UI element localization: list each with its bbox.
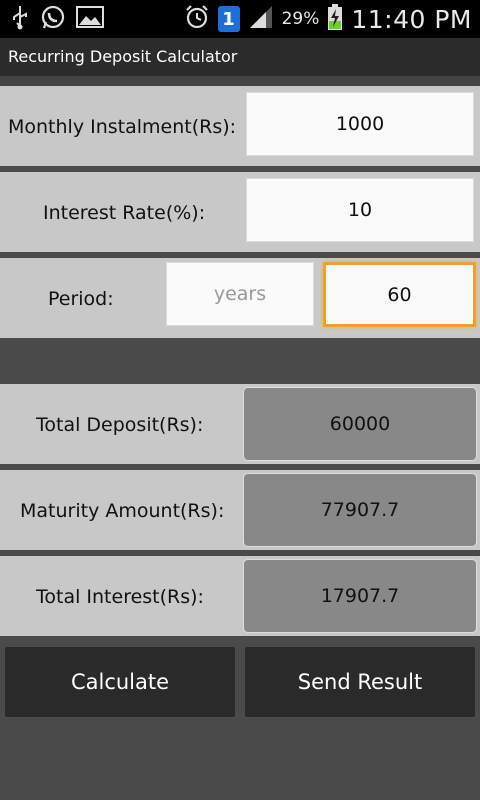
total-deposit-value: 60000: [243, 387, 477, 461]
alarm-icon: [184, 4, 210, 34]
period-label: Period:: [48, 288, 114, 310]
total-deposit-row: Total Deposit(Rs): 60000: [0, 384, 480, 464]
notification-icons: [10, 5, 104, 33]
status-bar: 1 29% 11:40 PM: [0, 0, 480, 38]
total-interest-value: 17907.7: [243, 559, 477, 633]
interest-rate-label: Interest Rate(%):: [43, 202, 206, 224]
maturity-amount-label: Maturity Amount(Rs):: [20, 500, 225, 522]
years-input[interactable]: years: [166, 262, 314, 326]
total-interest-label: Total Interest(Rs):: [36, 586, 204, 608]
app-title: Recurring Deposit Calculator: [8, 47, 238, 66]
months-input[interactable]: 60: [323, 262, 476, 327]
send-result-button[interactable]: Send Result: [245, 647, 475, 717]
system-icons: 1 29% 11:40 PM: [184, 4, 472, 34]
battery-percent: 29%: [281, 9, 320, 29]
battery-charging-icon: [327, 3, 343, 35]
whatsapp-icon: [40, 4, 66, 34]
clock: 11:40 PM: [351, 4, 472, 34]
signal-icon: [248, 5, 274, 33]
usb-icon: [10, 4, 30, 34]
calculate-button[interactable]: Calculate: [5, 647, 235, 717]
total-deposit-label: Total Deposit(Rs):: [36, 414, 204, 436]
interest-rate-row: Interest Rate(%): 10: [0, 172, 480, 252]
maturity-amount-row: Maturity Amount(Rs): 77907.7: [0, 470, 480, 550]
monthly-instalment-row: Monthly Instalment(Rs): 1000: [0, 86, 480, 166]
period-row: Period: years 60: [0, 258, 480, 338]
title-bar: Recurring Deposit Calculator: [0, 38, 480, 76]
interest-rate-input[interactable]: 10: [246, 178, 474, 242]
monthly-instalment-label: Monthly Instalment(Rs):: [8, 116, 237, 138]
divider: [0, 76, 480, 86]
total-interest-row: Total Interest(Rs): 17907.7: [0, 556, 480, 636]
monthly-instalment-input[interactable]: 1000: [246, 92, 474, 156]
maturity-amount-value: 77907.7: [243, 473, 477, 547]
notification-badge-icon: 1: [217, 6, 240, 32]
image-icon: [76, 5, 104, 33]
